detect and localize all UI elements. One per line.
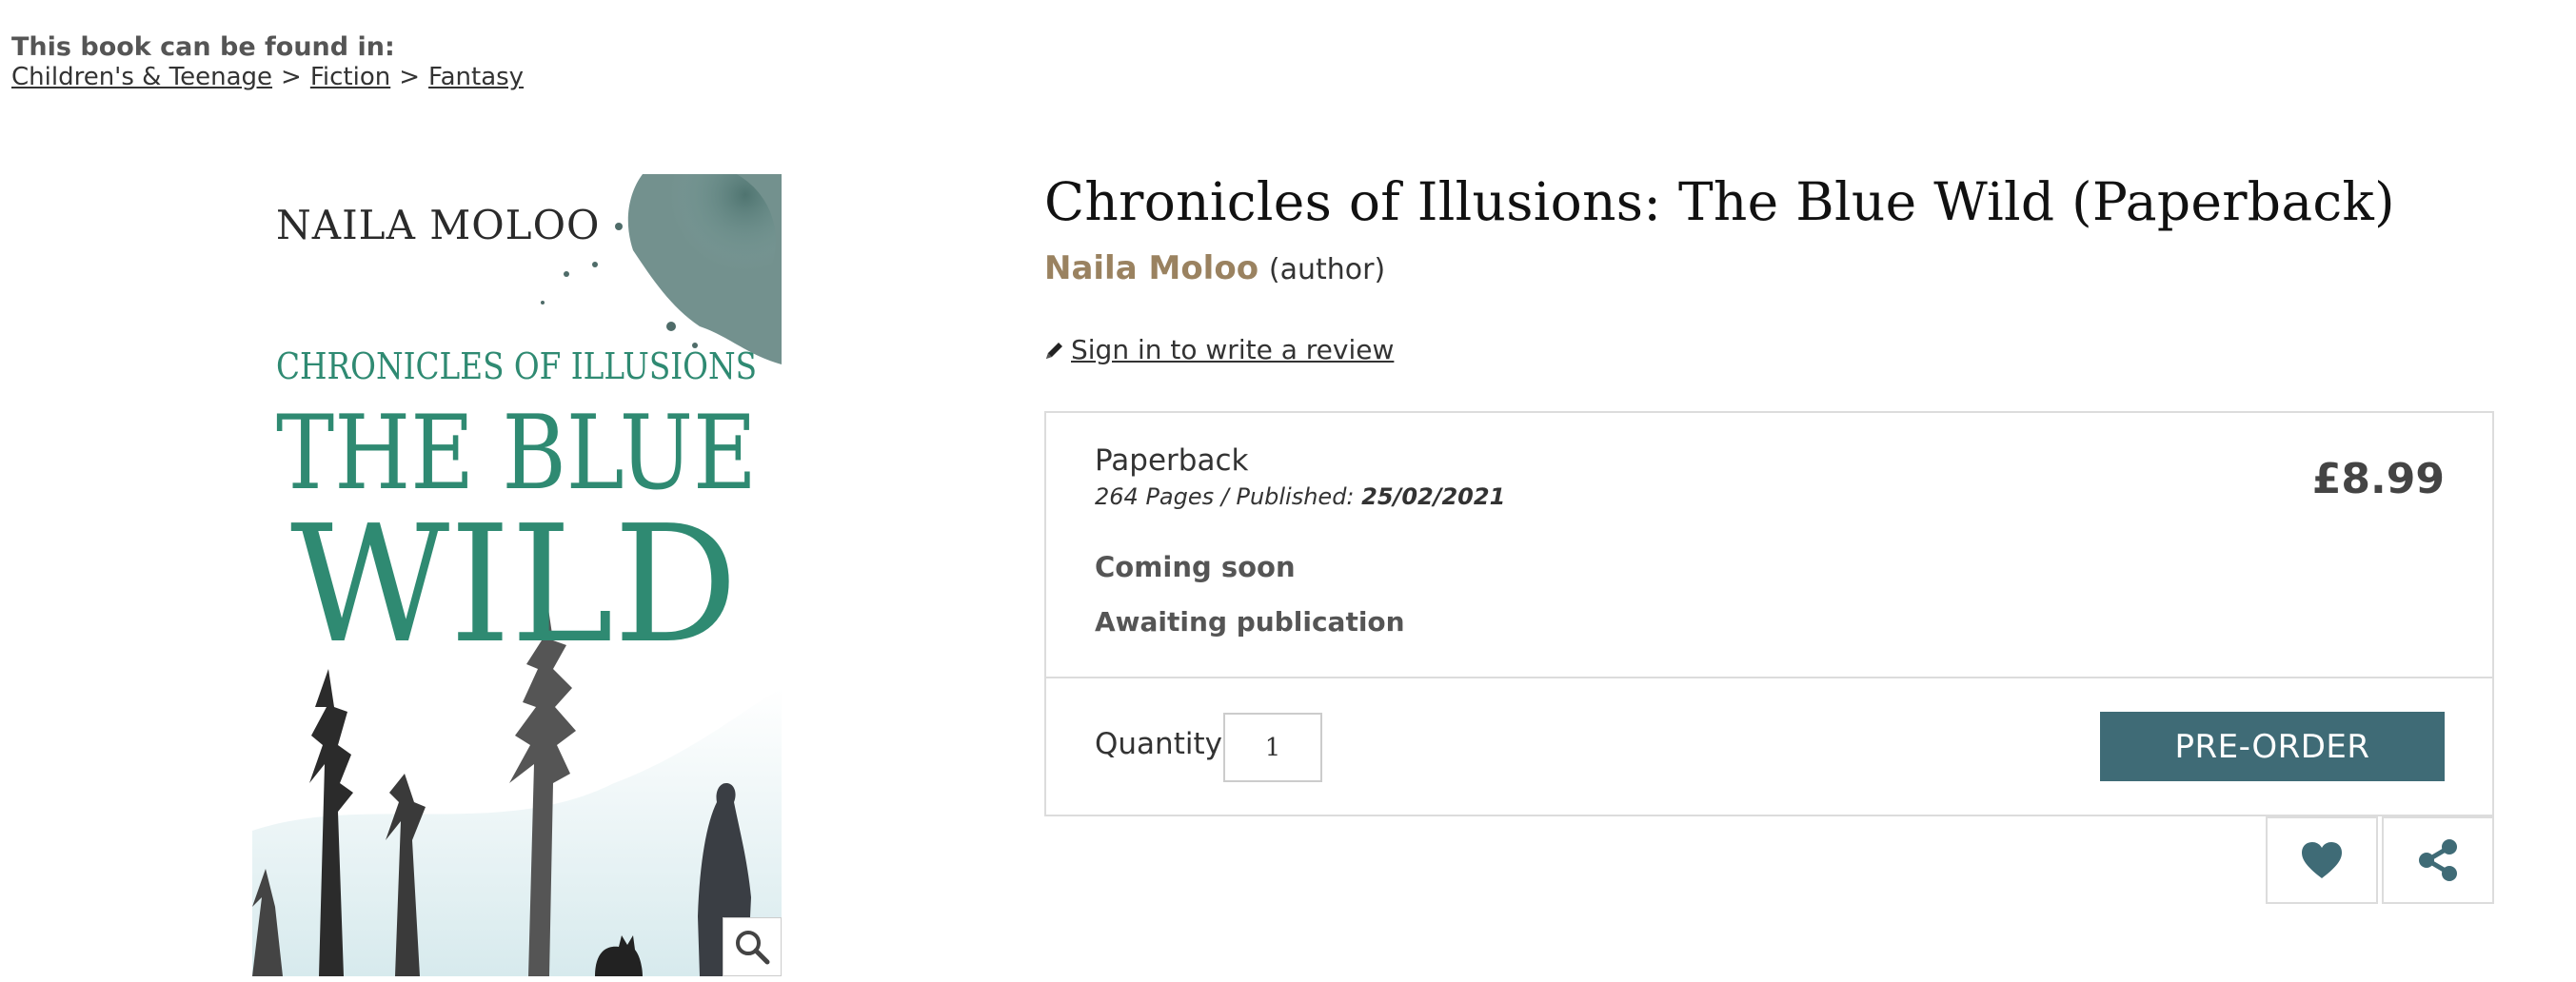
breadcrumb-link-childrens-teenage[interactable]: Children's & Teenage (11, 63, 272, 91)
share-icon (2419, 839, 2457, 881)
availability-status: Coming soon (1095, 551, 1296, 583)
format-label: Paperback (1095, 443, 1249, 478)
cover-author: NAILA MOLOO (276, 202, 600, 248)
pages-published-text: 264 Pages / Published: (1095, 483, 1362, 510)
quantity-input[interactable] (1223, 713, 1322, 782)
author-role: (author) (1268, 253, 1386, 286)
published-date: 25/02/2021 (1361, 483, 1506, 510)
sign-in-to-review-link[interactable]: Sign in to write a review (1071, 334, 1394, 365)
pencil-icon (1046, 342, 1062, 359)
review-link-row: Sign in to write a review (1044, 334, 1394, 365)
author-line: Naila Moloo (author) (1044, 249, 1385, 287)
wishlist-button[interactable] (2266, 816, 2378, 904)
breadcrumb-link-fiction[interactable]: Fiction (310, 63, 390, 91)
purchase-box: Paperback 264 Pages / Published: 25/02/2… (1044, 411, 2494, 816)
zoom-button[interactable] (723, 917, 782, 976)
magnifier-icon (736, 931, 770, 965)
breadcrumb-link-fantasy[interactable]: Fantasy (428, 63, 524, 91)
quantity-label: Quantity (1095, 727, 1222, 761)
author-link[interactable]: Naila Moloo (1044, 249, 1258, 287)
book-meta: 264 Pages / Published: 25/02/2021 (1095, 483, 1505, 510)
breadcrumb: Children's & Teenage > Fiction > Fantasy (11, 63, 524, 91)
breadcrumb-heading: This book can be found in: (11, 32, 395, 62)
cover-artwork: NAILA MOLOO CHRONICLES OF ILLUSIONS THE … (252, 174, 782, 976)
availability-detail: Awaiting publication (1095, 606, 1405, 638)
cover-title-line2: WILD (290, 491, 738, 679)
pre-order-button[interactable]: PRE-ORDER (2100, 712, 2445, 781)
breadcrumb-separator: > (281, 63, 302, 91)
buybox-divider (1046, 677, 2492, 678)
price: £8.99 (2311, 455, 2445, 503)
heart-icon (2302, 842, 2342, 878)
share-button[interactable] (2382, 816, 2494, 904)
product-title: Chronicles of Illusions: The Blue Wild (… (1044, 171, 2395, 232)
book-cover-image[interactable]: NAILA MOLOO CHRONICLES OF ILLUSIONS THE … (252, 174, 782, 976)
cover-series: CHRONICLES OF ILLUSIONS (276, 345, 757, 387)
breadcrumb-separator: > (399, 63, 421, 91)
